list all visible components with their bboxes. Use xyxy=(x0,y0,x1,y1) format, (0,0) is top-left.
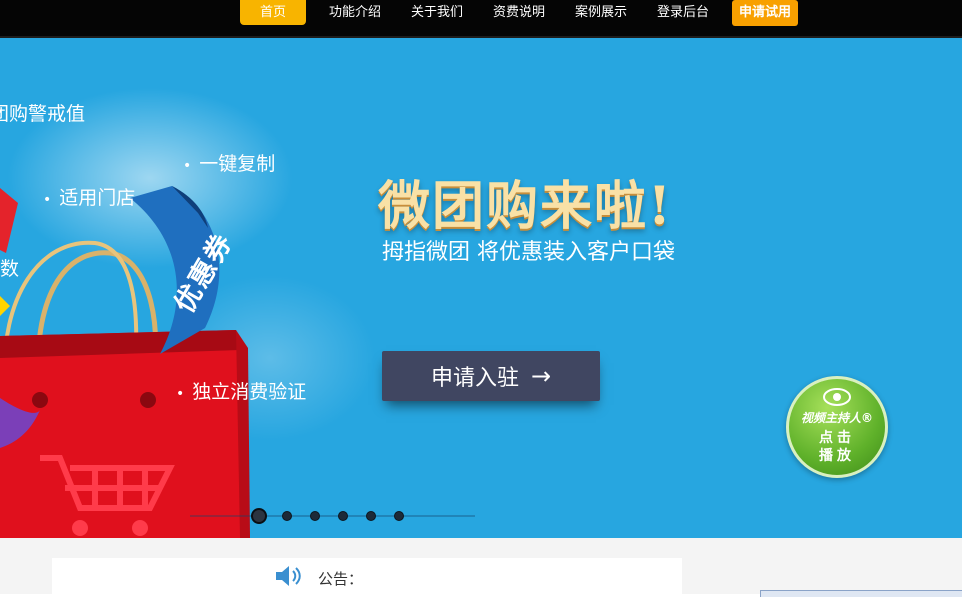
announcement-label: 公告： xyxy=(318,570,364,588)
hero-headline: 微团购来啦! xyxy=(378,176,673,237)
nav-item-apply-trial[interactable]: 申请试用 xyxy=(732,0,798,26)
hero-banner: 优惠券 团购警戒值 •一键复制 •适用门店 数 •独立消费验证 微团购来啦! 拇… xyxy=(0,38,962,538)
video-host-click: 点击 xyxy=(819,430,855,446)
feature-applicable-stores: • 适用门店 xyxy=(43,187,136,209)
apply-join-button[interactable]: 申请入驻 → xyxy=(382,351,600,401)
announcement-box xyxy=(52,558,682,594)
feature-count: 数 xyxy=(0,258,20,280)
nav-item-login[interactable]: 登录后台 xyxy=(650,0,716,26)
announcement-bar: 公告： xyxy=(0,538,962,597)
apply-join-label: 申请入驻 xyxy=(430,366,519,391)
carousel-dot-2[interactable] xyxy=(282,511,292,521)
nav-item-about[interactable]: 关于我们 xyxy=(404,0,470,26)
carousel-dot-1[interactable] xyxy=(251,508,267,524)
carousel-dot-3[interactable] xyxy=(310,511,320,521)
carousel-track xyxy=(190,515,475,517)
carousel-dot-4[interactable] xyxy=(338,511,348,521)
video-host-button[interactable]: 视频主持人® 点击 播放 xyxy=(786,376,888,478)
nav-item-cases[interactable]: 案例展示 xyxy=(568,0,634,26)
nav-item-pricing[interactable]: 资费说明 xyxy=(486,0,552,26)
video-host-play: 播放 xyxy=(819,448,855,464)
nav-item-features[interactable]: 功能介绍 xyxy=(322,0,388,26)
feature-groupbuy-alert: 团购警戒值 xyxy=(0,103,86,125)
arrow-right-icon: → xyxy=(530,362,552,390)
nav-item-home[interactable]: 首页 xyxy=(240,0,306,25)
feature-independent-verify: • 独立消费验证 xyxy=(176,381,307,403)
top-nav: 首页 功能介绍 关于我们 资费说明 案例展示 登录后台 申请试用 xyxy=(0,0,962,38)
carousel-dot-6[interactable] xyxy=(394,511,404,521)
feature-one-click-copy: • 一键复制 xyxy=(183,153,276,175)
eye-icon xyxy=(823,388,851,406)
video-host-title: 视频主持人® xyxy=(800,411,873,425)
carousel-dot-5[interactable] xyxy=(366,511,376,521)
hero-subtitle: 拇指微团 将优惠装入客户口袋 xyxy=(382,240,675,265)
speaker-icon xyxy=(276,566,301,586)
